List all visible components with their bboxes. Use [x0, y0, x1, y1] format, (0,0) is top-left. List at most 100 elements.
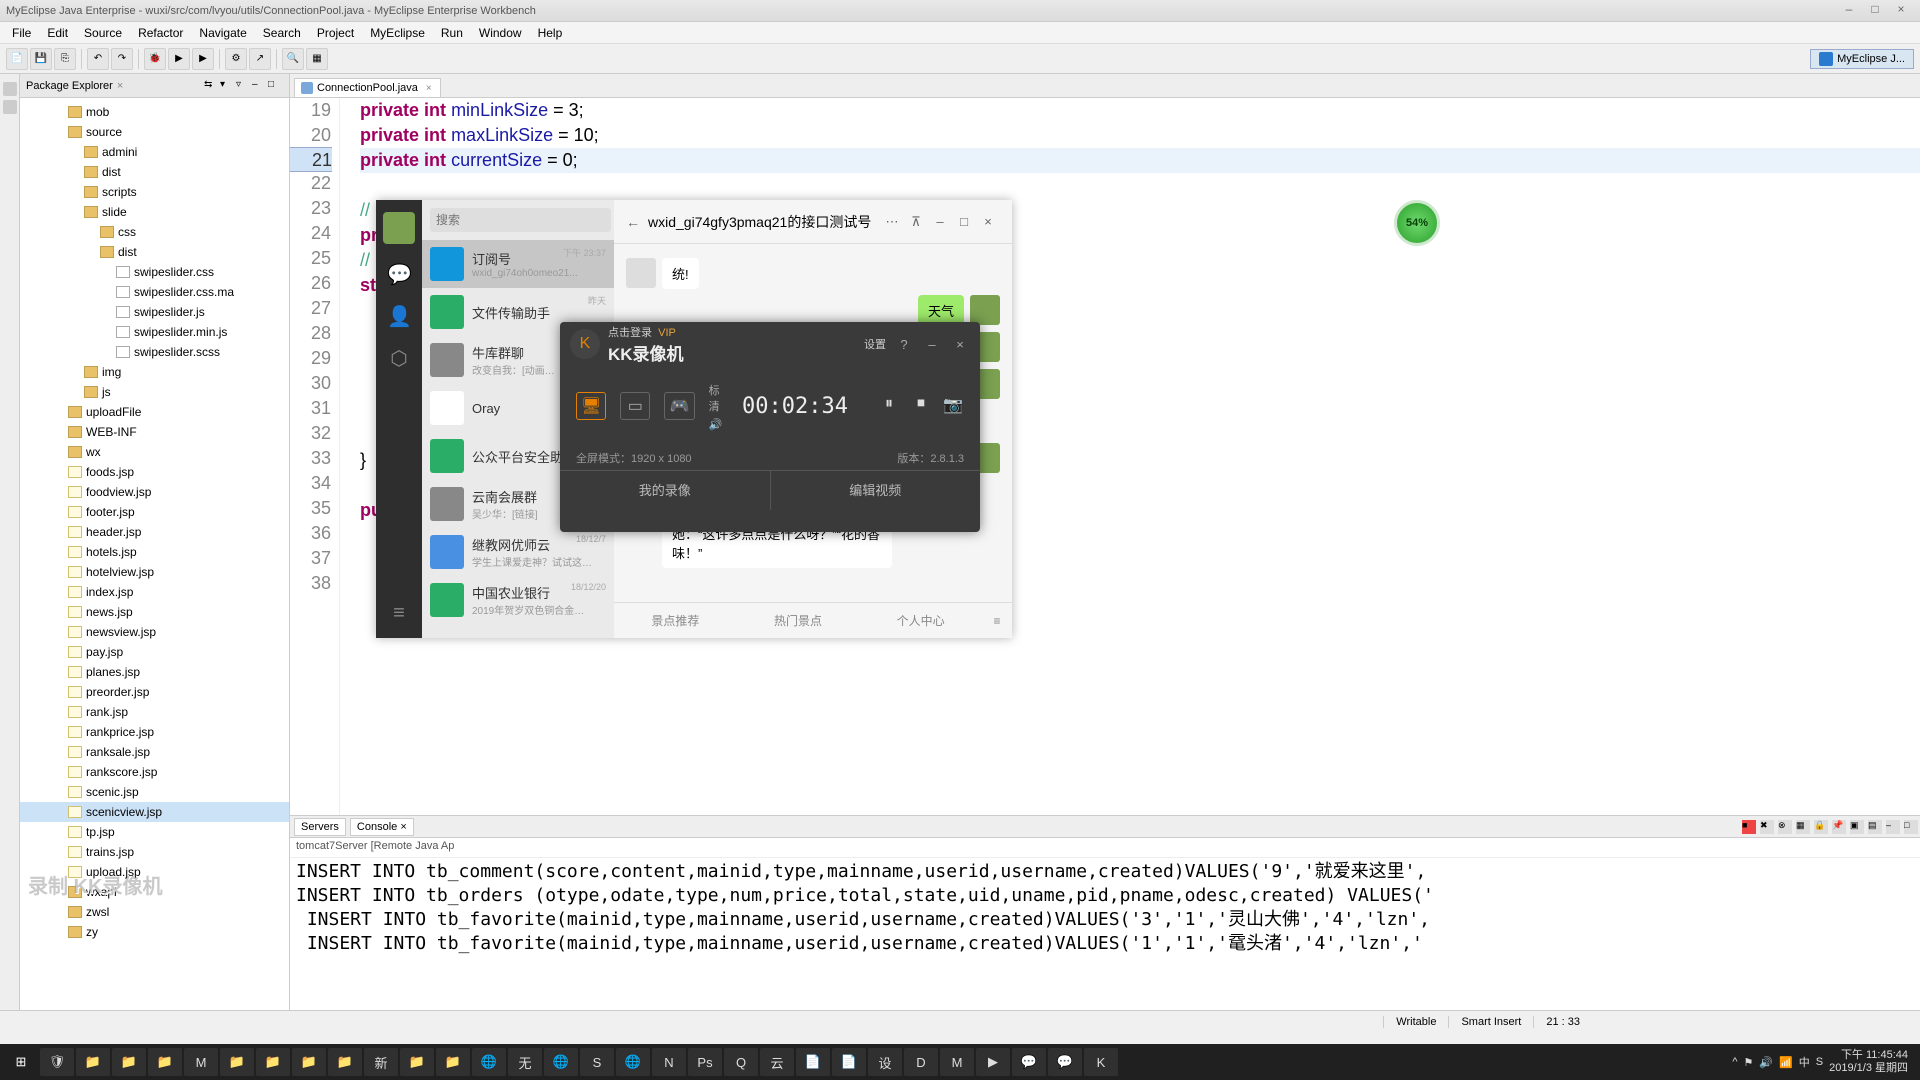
wechat-chat-item[interactable]: 订阅号wxid_gi74oh0omeo21...下午 23:37 [422, 240, 614, 288]
footer-tab[interactable]: 景点推荐 [614, 612, 737, 629]
tree-node[interactable]: rankprice.jsp [20, 722, 289, 742]
pin-icon[interactable]: ⊼ [904, 214, 928, 230]
tree-node[interactable]: ranksale.jsp [20, 742, 289, 762]
taskbar-item[interactable]: Q [724, 1048, 758, 1076]
tree-node[interactable]: swipeslider.min.js [20, 322, 289, 342]
tree-node[interactable]: wx [20, 442, 289, 462]
menu-help[interactable]: Help [530, 26, 571, 40]
tray-icon[interactable]: S [1816, 1056, 1823, 1068]
collapse-all-icon[interactable]: ▾ [220, 79, 234, 93]
taskbar-item[interactable]: 📄 [832, 1048, 866, 1076]
tree-node[interactable]: swipeslider.css [20, 262, 289, 282]
taskbar-item[interactable]: 📄 [796, 1048, 830, 1076]
taskbar-item[interactable]: 📁 [76, 1048, 110, 1076]
menu-source[interactable]: Source [76, 26, 130, 40]
tray-icon[interactable]: 🔊 [1759, 1056, 1773, 1069]
tree-node[interactable]: WEB-INF [20, 422, 289, 442]
system-tray[interactable]: ^ ⚑ 🔊 📶 中 S 下午 11:45:44 2019/1/3 星期四 [1732, 1049, 1916, 1075]
wechat-chat-item[interactable]: 中国农业银行2019年贺岁双色铜合金…18/12/20 [422, 576, 614, 624]
menu-search[interactable]: Search [255, 26, 309, 40]
tree-node[interactable]: zwsl [20, 902, 289, 922]
taskbar-item[interactable]: 云 [760, 1048, 794, 1076]
footer-menu-icon[interactable]: ≡ [982, 614, 1012, 628]
tree-node[interactable]: img [20, 362, 289, 382]
taskbar-item[interactable]: 💬 [1048, 1048, 1082, 1076]
minimize-panel-button[interactable]: – [1886, 820, 1900, 834]
taskbar-item[interactable]: 无 [508, 1048, 542, 1076]
tree-node[interactable]: footer.jsp [20, 502, 289, 522]
kk-settings-link[interactable]: 设置 [864, 336, 886, 352]
kk-close-button[interactable]: × [950, 337, 970, 352]
contacts-icon[interactable]: 👤 [387, 304, 411, 328]
taskbar-item[interactable]: M [184, 1048, 218, 1076]
clear-console-button[interactable]: ▦ [1796, 820, 1810, 834]
screenshot-button[interactable]: 📷 [942, 395, 964, 417]
view-shortcut[interactable] [3, 82, 17, 96]
tree-node[interactable]: admini [20, 142, 289, 162]
scroll-lock-button[interactable]: 🔒 [1814, 820, 1828, 834]
minimize-button[interactable]: – [1836, 2, 1862, 20]
menu-refactor[interactable]: Refactor [130, 26, 191, 40]
chat-more-icon[interactable]: ⋯ [880, 214, 904, 230]
edit-video-button[interactable]: 编辑视频 [771, 471, 981, 510]
view-menu-icon[interactable]: ▿ [236, 79, 250, 93]
debug-button[interactable]: 🐞 [144, 48, 166, 70]
taskbar-item[interactable]: 设 [868, 1048, 902, 1076]
tree-node[interactable]: rankscore.jsp [20, 762, 289, 782]
build-button[interactable]: ⚙ [225, 48, 247, 70]
taskbar-item[interactable]: Ps [688, 1048, 722, 1076]
undo-button[interactable]: ↶ [87, 48, 109, 70]
menu-file[interactable]: File [4, 26, 39, 40]
menu-myeclipse[interactable]: MyEclipse [362, 26, 433, 40]
view-shortcut[interactable] [3, 100, 17, 114]
tree-node[interactable]: news.jsp [20, 602, 289, 622]
tree-node[interactable]: js [20, 382, 289, 402]
new-button[interactable]: 📄 [6, 48, 28, 70]
taskbar-item[interactable]: 📁 [292, 1048, 326, 1076]
tree-node[interactable]: scenicview.jsp [20, 802, 289, 822]
tree-node[interactable]: foodview.jsp [20, 482, 289, 502]
tree-node[interactable]: rank.jsp [20, 702, 289, 722]
favorites-icon[interactable]: ⬡ [387, 346, 411, 370]
taskbar-item[interactable]: 🌐 [544, 1048, 578, 1076]
taskbar-item[interactable]: 📁 [400, 1048, 434, 1076]
taskbar-item[interactable]: 🌐 [472, 1048, 506, 1076]
open-console-button[interactable]: ▤ [1868, 820, 1882, 834]
close-icon[interactable]: × [400, 821, 406, 833]
taskbar-item[interactable]: 🛡 [40, 1048, 74, 1076]
footer-tab[interactable]: 热门景点 [737, 612, 860, 629]
tree-node[interactable]: swipeslider.scss [20, 342, 289, 362]
save-all-button[interactable]: ⎘ [54, 48, 76, 70]
tree-node[interactable]: dist [20, 162, 289, 182]
stop-button[interactable]: ⏹ [910, 395, 932, 417]
taskbar-item[interactable]: 💬 [1012, 1048, 1046, 1076]
footer-tab[interactable]: 个人中心 [859, 612, 982, 629]
start-button[interactable]: ⊞ [4, 1048, 38, 1076]
tree-node[interactable]: pay.jsp [20, 642, 289, 662]
perspective-switcher[interactable]: MyEclipse J... [1810, 49, 1914, 69]
tree-node[interactable]: uploadFile [20, 402, 289, 422]
taskbar-item[interactable]: 📁 [220, 1048, 254, 1076]
menu-project[interactable]: Project [309, 26, 362, 40]
clock[interactable]: 下午 11:45:44 2019/1/3 星期四 [1829, 1049, 1908, 1075]
menu-icon[interactable]: ≡ [387, 602, 411, 626]
taskbar-item[interactable]: D [904, 1048, 938, 1076]
tree-node[interactable]: swipeslider.js [20, 302, 289, 322]
deploy-button[interactable]: ↗ [249, 48, 271, 70]
search-button[interactable]: 🔍 [282, 48, 304, 70]
taskbar-item[interactable]: 📁 [256, 1048, 290, 1076]
taskbar-item[interactable]: K [1084, 1048, 1118, 1076]
maximize-button[interactable]: □ [1862, 2, 1888, 20]
tray-icon[interactable]: ⚑ [1744, 1056, 1754, 1069]
taskbar-item[interactable]: 新 [364, 1048, 398, 1076]
tree-node[interactable]: mob [20, 102, 289, 122]
save-button[interactable]: 💾 [30, 48, 52, 70]
console-output[interactable]: INSERT INTO tb_comment(score,content,mai… [290, 858, 1920, 1010]
pause-button[interactable]: ⏸ [878, 395, 900, 417]
back-icon[interactable]: ← [626, 214, 640, 230]
menu-navigate[interactable]: Navigate [191, 26, 254, 40]
taskbar-item[interactable]: 📁 [112, 1048, 146, 1076]
tree-node[interactable]: scripts [20, 182, 289, 202]
my-recordings-button[interactable]: 我的录像 [560, 471, 771, 510]
tool-button[interactable]: ▦ [306, 48, 328, 70]
